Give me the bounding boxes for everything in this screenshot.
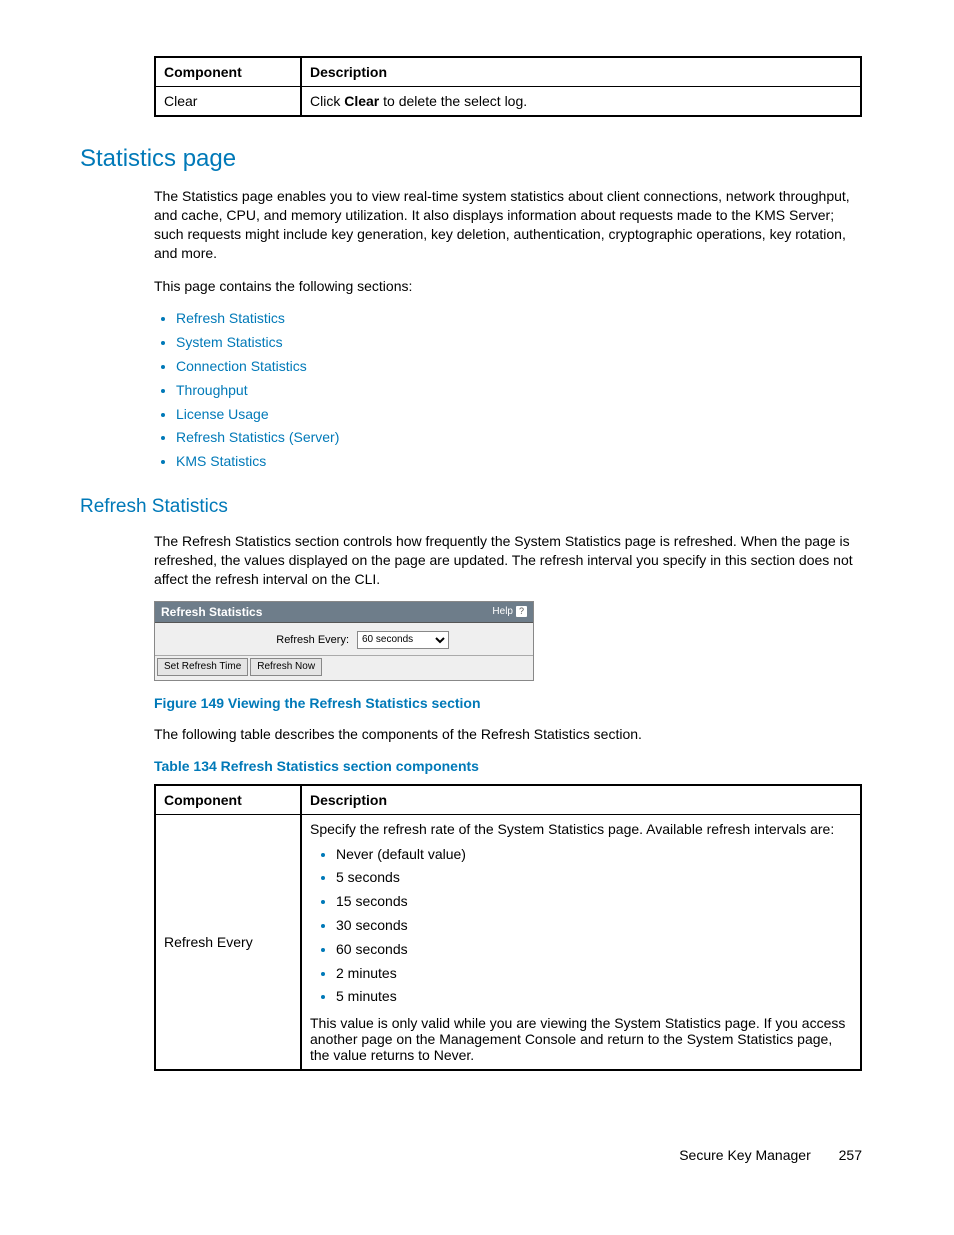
refresh-now-button[interactable]: Refresh Now (250, 658, 322, 676)
link-system-statistics[interactable]: System Statistics (176, 334, 283, 350)
interval-item: 15 seconds (336, 890, 852, 914)
set-refresh-time-button[interactable]: Set Refresh Time (157, 658, 248, 676)
intervals-list: Never (default value) 5 seconds 15 secon… (320, 843, 852, 1010)
footer-page-number: 257 (839, 1147, 862, 1163)
link-license-usage[interactable]: License Usage (176, 406, 269, 422)
interval-item: Never (default value) (336, 843, 852, 867)
interval-item: 5 minutes (336, 985, 852, 1009)
para-intro: The Statistics page enables you to view … (154, 187, 862, 263)
interval-item: 2 minutes (336, 962, 852, 986)
help-link[interactable]: Help ? (492, 606, 527, 617)
footer-doc-title: Secure Key Manager (679, 1147, 811, 1163)
table-134-caption: Table 134 Refresh Statistics section com… (154, 758, 862, 774)
link-refresh-statistics[interactable]: Refresh Statistics (176, 310, 285, 326)
th-description: Description (301, 57, 861, 87)
widget-header: Refresh Statistics Help ? (155, 602, 533, 623)
link-throughput[interactable]: Throughput (176, 382, 248, 398)
refresh-every-label: Refresh Every: (161, 634, 349, 646)
link-refresh-statistics-server[interactable]: Refresh Statistics (Server) (176, 429, 339, 445)
th2-component: Component (155, 785, 301, 815)
widget-title: Refresh Statistics (161, 605, 262, 619)
interval-item: 5 seconds (336, 866, 852, 890)
refresh-statistics-widget: Refresh Statistics Help ? Refresh Every:… (154, 601, 534, 681)
page-footer: Secure Key Manager 257 (679, 1147, 862, 1163)
para-refresh-intro: The Refresh Statistics section controls … (154, 532, 862, 589)
heading-refresh-statistics: Refresh Statistics (80, 496, 862, 518)
figure-149-caption: Figure 149 Viewing the Refresh Statistic… (154, 695, 862, 711)
td2-component: Refresh Every (155, 814, 301, 1070)
para-table-intro: The following table describes the compon… (154, 725, 862, 744)
refresh-every-select[interactable]: 60 seconds (357, 631, 449, 649)
interval-item: 60 seconds (336, 938, 852, 962)
para-contains: This page contains the following section… (154, 277, 862, 296)
section-links-list: Refresh Statistics System Statistics Con… (154, 307, 862, 474)
td2-description: Specify the refresh rate of the System S… (301, 814, 861, 1070)
td-description: Click Clear to delete the select log. (301, 87, 861, 117)
help-icon: ? (516, 606, 527, 617)
table-refresh-components: Component Description Refresh Every Spec… (154, 784, 862, 1072)
td-component: Clear (155, 87, 301, 117)
interval-item: 30 seconds (336, 914, 852, 938)
th2-description: Description (301, 785, 861, 815)
link-kms-statistics[interactable]: KMS Statistics (176, 453, 266, 469)
heading-statistics-page: Statistics page (80, 145, 862, 173)
link-connection-statistics[interactable]: Connection Statistics (176, 358, 307, 374)
th-component: Component (155, 57, 301, 87)
table-clear-component: Component Description Clear Click Clear … (154, 56, 862, 117)
